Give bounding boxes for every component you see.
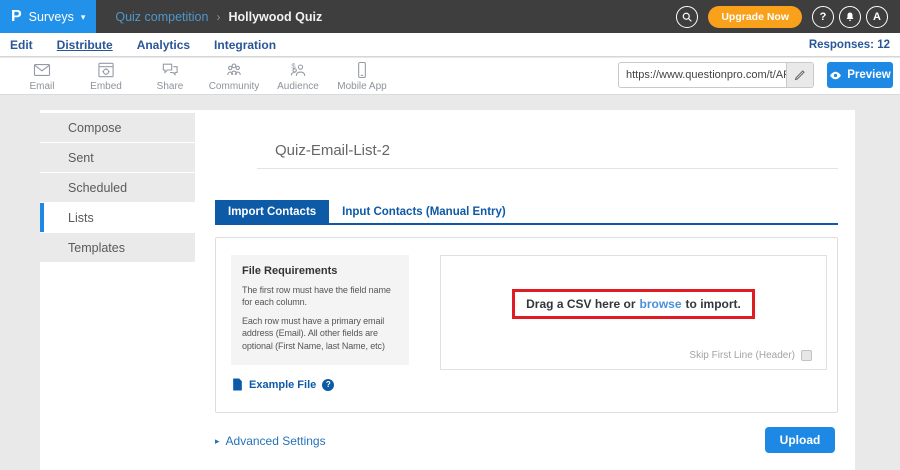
drag-csv-text: Drag a CSV here or (526, 297, 635, 311)
survey-url-group: https://www.questionpro.com/t/APNrFZ (618, 62, 814, 88)
nav-tab-edit[interactable]: Edit (10, 38, 33, 52)
avatar-initial: A (873, 11, 881, 23)
community-icon (224, 60, 244, 80)
upgrade-now-button[interactable]: Upgrade Now (708, 6, 802, 28)
skip-first-line-checkbox[interactable] (801, 350, 812, 361)
example-file-link[interactable]: Example File ? (232, 378, 334, 391)
audience-icon: $ (288, 60, 308, 80)
share-icon (160, 60, 180, 80)
edit-url-button[interactable] (786, 63, 813, 87)
mobile-app-icon (352, 60, 372, 80)
preview-label: Preview (847, 69, 890, 81)
surveys-product-menu[interactable]: P Surveys ▾ (0, 0, 96, 33)
file-icon (232, 378, 243, 391)
question-mark-icon: ? (820, 11, 827, 23)
advanced-settings-toggle[interactable]: ▸ Advanced Settings (215, 434, 326, 448)
toolbar-label: Email (29, 81, 54, 92)
upload-button[interactable]: Upload (765, 427, 835, 453)
nav-tab-integration[interactable]: Integration (214, 38, 276, 52)
survey-url-field[interactable]: https://www.questionpro.com/t/APNrFZ (619, 63, 786, 87)
breadcrumb-separator-icon: › (216, 10, 220, 24)
nav-tab-analytics[interactable]: Analytics (137, 38, 190, 52)
help-icon-glyph: ? (326, 380, 331, 389)
email-sidebar: Compose Sent Scheduled Lists Templates (40, 113, 195, 263)
csv-dropzone[interactable]: Drag a CSV here or browse to import. Ski… (440, 255, 827, 370)
help-button[interactable]: ? (812, 6, 834, 28)
sidebar-item-compose[interactable]: Compose (40, 113, 195, 142)
notifications-button[interactable] (839, 6, 861, 28)
toolbar-item-mobile-app[interactable]: Mobile App (330, 60, 394, 92)
tab-import-contacts[interactable]: Import Contacts (215, 200, 329, 223)
sidebar-item-sent[interactable]: Sent (40, 143, 195, 172)
file-requirements-line2: Each row must have a primary email addre… (242, 315, 398, 351)
search-icon (681, 11, 693, 23)
toolbar-item-share[interactable]: Share (138, 60, 202, 92)
toolbar-label: Embed (90, 81, 122, 92)
toolbar-item-email[interactable]: Email (10, 60, 74, 92)
sidebar-item-scheduled[interactable]: Scheduled (40, 173, 195, 202)
lists-content: Quiz-Email-List-2 Import Contacts Input … (195, 110, 855, 470)
surveys-menu-label: Surveys (29, 10, 74, 24)
toolbar-label: Community (209, 81, 260, 92)
breadcrumb: Quiz competition › Hollywood Quiz (115, 10, 322, 24)
annotation-highlight-box: Drag a CSV here or browse to import. (512, 289, 755, 319)
triangle-right-icon: ▸ (215, 436, 220, 447)
file-requirements-box: File Requirements The first row must hav… (231, 255, 409, 365)
account-avatar[interactable]: A (866, 6, 888, 28)
sidebar-item-lists[interactable]: Lists (40, 203, 195, 232)
toolbar-label: Mobile App (337, 81, 386, 92)
preview-button[interactable]: Preview (827, 62, 893, 88)
example-file-label: Example File (249, 379, 316, 391)
embed-icon (96, 60, 116, 80)
pencil-icon (794, 69, 806, 81)
toolbar-item-community[interactable]: Community (202, 60, 266, 92)
help-icon[interactable]: ? (322, 379, 334, 391)
toolbar-label: Audience (277, 81, 319, 92)
email-list-title: Quiz-Email-List-2 (275, 142, 390, 159)
sidebar-item-templates[interactable]: Templates (40, 233, 195, 262)
title-divider (257, 168, 838, 169)
toolbar-item-embed[interactable]: Embed (74, 60, 138, 92)
email-icon (32, 60, 52, 80)
import-contacts-panel: File Requirements The first row must hav… (215, 237, 838, 413)
toolbar-label: Share (157, 81, 184, 92)
survey-nav: Edit Distribute Analytics Integration Re… (0, 33, 900, 57)
browse-link[interactable]: browse (640, 297, 682, 311)
toolbar-item-audience[interactable]: $ Audience (266, 60, 330, 92)
search-button[interactable] (676, 6, 698, 28)
header-actions: Upgrade Now ? A (676, 6, 900, 28)
file-requirements-line1: The first row must have the field name f… (242, 284, 398, 308)
bell-icon (844, 11, 856, 23)
questionpro-logo-icon: P (11, 9, 22, 25)
skip-first-line-row: Skip First Line (Header) (689, 350, 812, 361)
breadcrumb-current: Hollywood Quiz (228, 10, 322, 24)
eye-icon (829, 69, 842, 82)
breadcrumb-parent[interactable]: Quiz competition (115, 10, 208, 24)
tab-input-contacts-manual[interactable]: Input Contacts (Manual Entry) (329, 200, 519, 223)
lists-panel: Compose Sent Scheduled Lists Templates Q… (40, 110, 855, 470)
top-header: P Surveys ▾ Quiz competition › Hollywood… (0, 0, 900, 33)
contacts-tabs: Import Contacts Input Contacts (Manual E… (215, 200, 838, 225)
advanced-settings-label: Advanced Settings (226, 434, 326, 448)
skip-first-line-label: Skip First Line (Header) (689, 350, 795, 361)
nav-tab-distribute[interactable]: Distribute (57, 38, 113, 52)
file-requirements-title: File Requirements (242, 265, 398, 277)
responses-count: Responses: 12 (809, 39, 890, 51)
drag-csv-text-suffix: to import. (686, 297, 741, 311)
chevron-down-icon: ▾ (81, 12, 86, 23)
